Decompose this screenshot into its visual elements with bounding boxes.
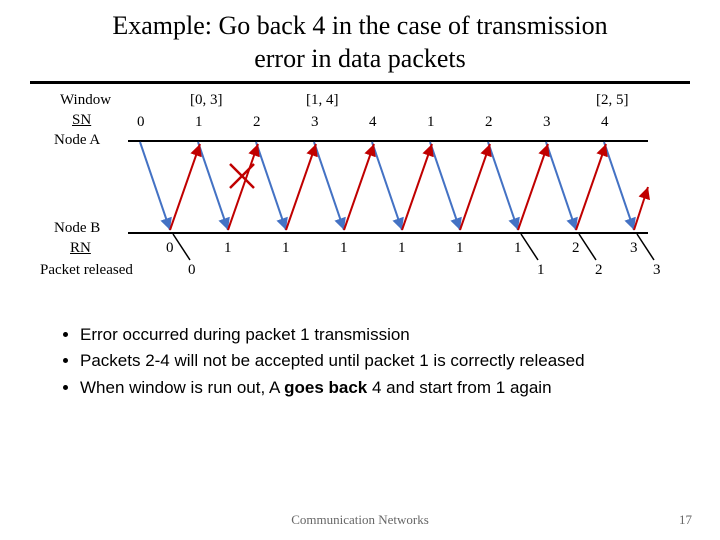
label-nodeB: Node B — [54, 220, 100, 237]
rn-2: 1 — [282, 240, 290, 257]
rn-6: 1 — [514, 240, 522, 257]
bullet-list: Error occurred during packet 1 transmiss… — [30, 322, 690, 401]
footer-text: Communication Networks — [0, 512, 720, 528]
label-sn: SN — [72, 112, 91, 129]
bullet-3: When window is run out, A goes back 4 an… — [80, 375, 690, 401]
label-window: Window — [60, 92, 111, 109]
sn-6: 2 — [485, 114, 493, 131]
label-rn: RN — [70, 240, 91, 257]
label-packet-released: Packet released — [40, 262, 133, 279]
label-nodeA: Node A — [54, 132, 100, 149]
divider — [30, 81, 690, 84]
node-b-axis — [128, 232, 648, 234]
rn-1: 1 — [224, 240, 232, 257]
rn-0: 0 — [166, 240, 174, 257]
rn-5: 1 — [456, 240, 464, 257]
node-a-axis — [128, 140, 648, 142]
protocol-diagram: Window SN Node A Node B RN Packet releas… — [40, 92, 660, 312]
released-1: 1 — [537, 262, 545, 279]
bullet-1: Error occurred during packet 1 transmiss… — [80, 322, 690, 348]
window-1: [1, 4] — [306, 92, 339, 109]
rn-7: 2 — [572, 240, 580, 257]
rn-8: 3 — [630, 240, 638, 257]
sn-2: 2 — [253, 114, 261, 131]
released-3: 3 — [653, 262, 661, 279]
sn-0: 0 — [137, 114, 145, 131]
bullet-2: Packets 2-4 will not be accepted until p… — [80, 348, 690, 374]
released-2: 2 — [595, 262, 603, 279]
arrows-svg — [40, 92, 660, 312]
sn-5: 1 — [427, 114, 435, 131]
rn-3: 1 — [340, 240, 348, 257]
rn-4: 1 — [398, 240, 406, 257]
window-0: [0, 3] — [190, 92, 223, 109]
window-2: [2, 5] — [596, 92, 629, 109]
sn-4: 4 — [369, 114, 377, 131]
sn-8: 4 — [601, 114, 609, 131]
sn-3: 3 — [311, 114, 319, 131]
title-line2: error in data packets — [254, 44, 466, 73]
sn-1: 1 — [195, 114, 203, 131]
sn-7: 3 — [543, 114, 551, 131]
title-line1: Example: Go back 4 in the case of transm… — [112, 11, 607, 40]
page-number: 17 — [679, 512, 692, 528]
released-0: 0 — [188, 262, 196, 279]
